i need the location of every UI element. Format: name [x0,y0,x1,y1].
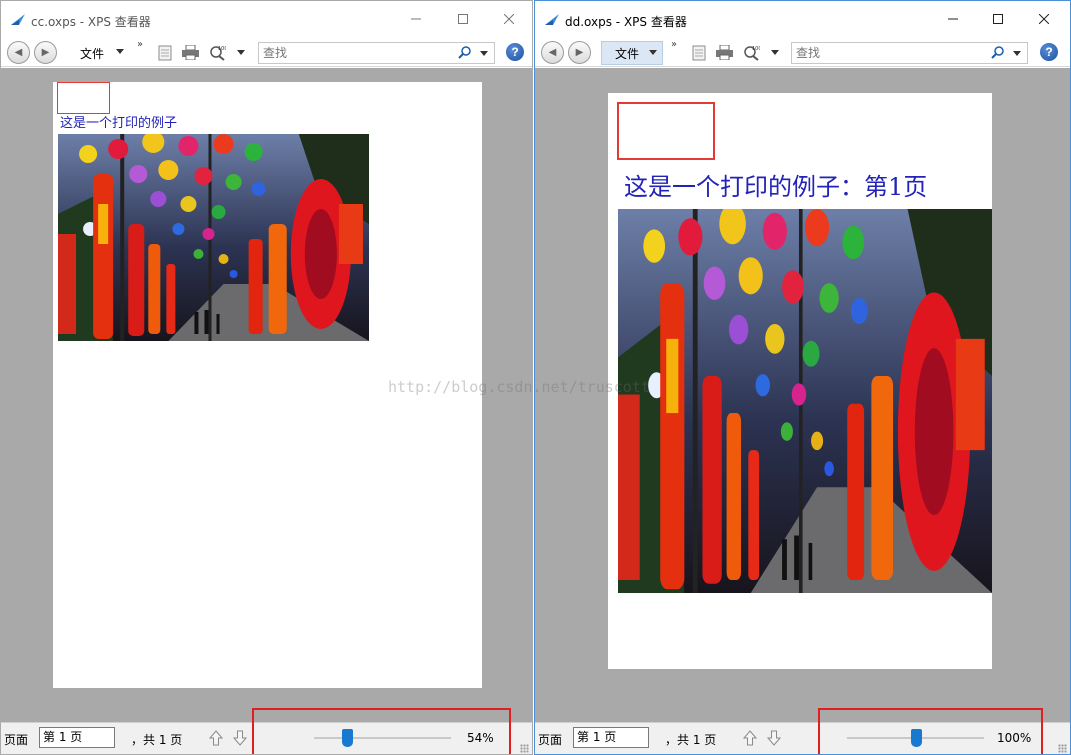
down-arrow-icon [233,730,247,746]
zoom-icon[interactable]: 100 [743,44,760,61]
back-button[interactable]: ◀ [541,41,564,64]
search-icon[interactable] [991,46,1005,60]
down-arrow-icon [767,730,781,746]
xps-app-icon [545,14,559,25]
zoom-dropdown-chevron-icon[interactable] [771,50,779,55]
back-arrow-icon: ◀ [548,47,557,58]
print-icon[interactable] [182,44,199,61]
total-pages-label: ，共 1 页 [131,733,183,747]
svg-text:100: 100 [752,46,760,52]
print-icon[interactable] [716,44,733,61]
document-viewport[interactable]: 这是一个打印的例子：第1页 [535,68,1070,722]
resize-grip[interactable] [1058,744,1067,753]
chevron-down-icon [649,50,657,55]
previous-page-button[interactable] [741,728,759,748]
maximize-button[interactable] [453,9,473,29]
document-viewport[interactable]: 这是一个打印的例子 [1,68,532,722]
back-arrow-icon: ◀ [14,47,23,58]
search-field[interactable] [791,42,1028,64]
file-menu-label: 文件 [615,46,640,61]
previous-page-button[interactable] [207,728,225,748]
title-bar[interactable]: cc.oxps - XPS 查看器 [1,1,532,39]
document-heading: 这是一个打印的例子 [60,116,178,131]
lantern-photo [58,134,369,341]
status-bar: 页面 第 1 页 ，共 1 页 100% [535,708,1070,754]
search-options-chevron-icon[interactable] [480,51,488,56]
forward-arrow-icon: ▶ [575,47,584,58]
red-border-rectangle [57,82,110,114]
forward-arrow-icon: ▶ [41,47,50,58]
right-viewer-window: dd.oxps - XPS 查看器 ◀ ▶ 文件 ›› 100 ? 这是一个打印… [534,0,1071,755]
window-title: dd.oxps - XPS 查看器 [565,15,687,29]
page-number-input[interactable]: 第 1 页 [39,727,115,748]
zoom-icon[interactable]: 100 [209,44,226,61]
resize-grip[interactable] [520,744,529,753]
page-number-input[interactable]: 第 1 页 [573,727,649,748]
up-arrow-icon [209,730,223,746]
next-page-button[interactable] [765,728,783,748]
title-bar[interactable]: dd.oxps - XPS 查看器 [535,1,1070,39]
toolbar: ◀ ▶ 文件 ›› 100 ? [1,39,532,67]
close-button[interactable] [499,9,519,29]
more-commands-icon[interactable]: ›› [137,39,143,50]
xps-app-icon [11,14,25,25]
red-border-rectangle [617,102,715,160]
file-menu[interactable]: 文件 [67,41,129,65]
file-menu[interactable]: 文件 [601,41,663,65]
document-heading: 这是一个打印的例子：第1页 [624,173,928,201]
chevron-down-icon [116,49,124,54]
file-menu-label: 文件 [80,46,105,61]
zoom-dropdown-chevron-icon[interactable] [237,50,245,55]
help-icon[interactable]: ? [1040,43,1058,61]
minimize-button[interactable] [943,9,963,29]
search-input[interactable] [263,46,443,60]
close-button[interactable] [1034,9,1054,29]
lantern-photo [618,209,992,593]
search-input[interactable] [796,46,976,60]
maximize-button[interactable] [988,9,1008,29]
svg-text:100: 100 [218,46,226,52]
up-arrow-icon [743,730,757,746]
status-bar: 页面 第 1 页 ，共 1 页 54% [1,708,532,754]
forward-button[interactable]: ▶ [34,41,57,64]
search-field[interactable] [258,42,495,64]
forward-button[interactable]: ▶ [568,41,591,64]
more-commands-icon[interactable]: ›› [671,39,677,50]
document-icon[interactable] [690,44,707,61]
back-button[interactable]: ◀ [7,41,30,64]
toolbar: ◀ ▶ 文件 ›› 100 ? [535,39,1070,67]
help-icon[interactable]: ? [506,43,524,61]
search-options-chevron-icon[interactable] [1013,51,1021,56]
window-title: cc.oxps - XPS 查看器 [31,15,151,29]
minimize-button[interactable] [406,9,426,29]
next-page-button[interactable] [231,728,249,748]
total-pages-label: ，共 1 页 [665,733,717,747]
search-icon[interactable] [458,46,472,60]
red-highlight-box [252,708,511,754]
left-viewer-window: cc.oxps - XPS 查看器 ◀ ▶ 文件 ›› 100 ? 这是一个打印… [0,0,533,755]
page-label: 页面 [4,733,29,747]
page-label: 页面 [538,733,563,747]
document-icon[interactable] [156,44,173,61]
document-page: 这是一个打印的例子：第1页 [608,93,992,669]
document-page: 这是一个打印的例子 [53,82,482,688]
red-highlight-box [818,708,1043,754]
